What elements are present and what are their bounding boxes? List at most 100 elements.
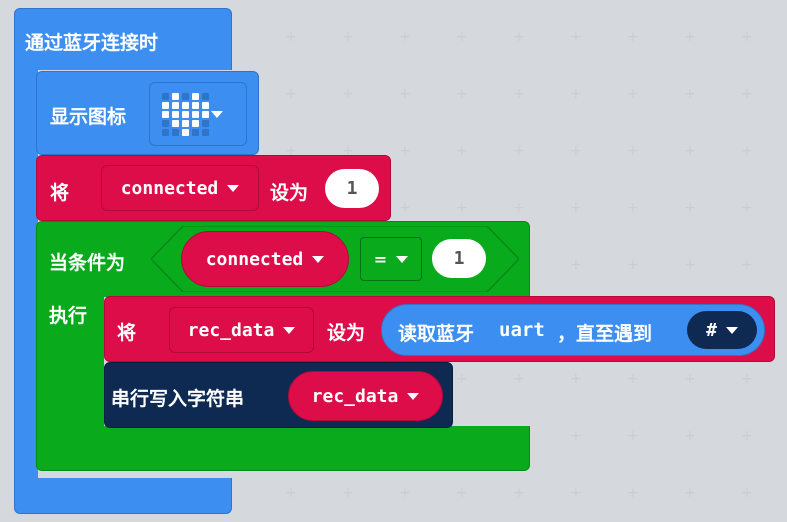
grid-cross: + — [684, 143, 696, 159]
grid-cross: + — [684, 257, 696, 273]
grid-cross: + — [399, 200, 411, 216]
do-label: 执行 — [49, 305, 88, 327]
led-pixel — [172, 102, 179, 109]
show-icon-block[interactable]: 显示图标 — [36, 71, 259, 155]
grid-cross: + — [627, 257, 639, 273]
grid-cross: + — [513, 200, 525, 216]
serial-write-string-block[interactable]: 串行写入字符串 rec_data — [104, 362, 453, 428]
grid-cross: + — [570, 428, 582, 444]
grid-cross: + — [342, 86, 354, 102]
chevron-down-icon — [396, 255, 409, 263]
heart-icon — [162, 93, 210, 137]
grid-cross: + — [684, 29, 696, 45]
grid-cross: + — [456, 200, 468, 216]
chevron-down-icon — [407, 392, 420, 400]
grid-cross: + — [399, 143, 411, 159]
grid-cross: + — [741, 143, 753, 159]
led-pixel — [162, 93, 169, 100]
led-pixel — [162, 129, 169, 136]
led-pixel — [192, 93, 199, 100]
grid-cross: + — [342, 29, 354, 45]
variable-name: rec_data — [311, 385, 399, 407]
led-pixel — [182, 102, 189, 109]
operator: = — [373, 249, 388, 269]
grid-cross: + — [627, 86, 639, 102]
grid-cross: + — [570, 86, 582, 102]
grid-cross: + — [285, 86, 297, 102]
chevron-down-icon — [725, 326, 738, 334]
grid-cross: + — [513, 143, 525, 159]
grid-cross: + — [399, 86, 411, 102]
grid-cross: + — [741, 371, 753, 387]
set-prefix-label: 将 — [50, 182, 70, 204]
led-pixel — [172, 111, 179, 118]
set-connected-block[interactable]: 将 connected 设为 1 — [36, 155, 391, 221]
grid-cross: + — [741, 29, 753, 45]
grid-cross: + — [627, 371, 639, 387]
uart-label: uart — [499, 319, 545, 341]
led-pixel — [202, 120, 209, 127]
led-pixel — [202, 111, 209, 118]
led-pixel — [162, 102, 169, 109]
delimiter-dropdown[interactable]: # — [687, 311, 757, 349]
grid-cross: + — [570, 29, 582, 45]
led-pixel — [162, 120, 169, 127]
operator-dropdown[interactable]: = — [360, 237, 422, 281]
grid-cross: + — [684, 86, 696, 102]
grid-cross: + — [741, 485, 753, 501]
grid-cross: + — [741, 200, 753, 216]
grid-cross: + — [342, 485, 354, 501]
chevron-down-icon — [283, 326, 296, 334]
icon-picker-dropdown[interactable] — [149, 82, 247, 146]
variable-dropdown-connected[interactable]: connected — [181, 231, 349, 287]
led-pixel — [172, 93, 179, 100]
grid-cross: + — [570, 143, 582, 159]
led-pixel — [192, 129, 199, 136]
event-label: 通过蓝牙连接时 — [25, 32, 159, 54]
grid-cross: + — [627, 29, 639, 45]
led-pixel — [182, 129, 189, 136]
set-to-label: 设为 — [327, 322, 366, 344]
led-pixel — [172, 129, 179, 136]
set-rec-data-block[interactable]: 将 rec_data 设为 读取蓝牙 uart ，直至遇到 # — [104, 296, 775, 362]
compare-value-input[interactable]: 1 — [432, 239, 486, 278]
grid-cross: + — [741, 428, 753, 444]
variable-dropdown-rec-data[interactable]: rec_data — [169, 307, 314, 353]
grid-cross: + — [399, 29, 411, 45]
grid-cross: + — [627, 200, 639, 216]
grid-cross: + — [570, 371, 582, 387]
chevron-down-icon — [227, 184, 240, 192]
grid-cross: + — [456, 29, 468, 45]
led-pixel — [182, 93, 189, 100]
led-pixel — [172, 120, 179, 127]
grid-cross: + — [456, 86, 468, 102]
led-pixel — [202, 129, 209, 136]
grid-cross: + — [399, 485, 411, 501]
grid-cross: + — [684, 485, 696, 501]
grid-cross: + — [456, 143, 468, 159]
grid-cross: + — [513, 29, 525, 45]
value-input[interactable]: 1 — [325, 169, 379, 208]
led-pixel — [182, 120, 189, 127]
grid-cross: + — [570, 200, 582, 216]
set-prefix-label: 将 — [117, 322, 137, 344]
variable-name: rec_data — [187, 319, 275, 341]
grid-cross: + — [570, 257, 582, 273]
grid-cross: + — [684, 428, 696, 444]
grid-cross: + — [627, 428, 639, 444]
variable-name: connected — [205, 248, 304, 270]
variable-dropdown-connected[interactable]: connected — [101, 165, 259, 211]
grid-cross: + — [627, 485, 639, 501]
grid-cross: + — [741, 86, 753, 102]
grid-cross: + — [513, 86, 525, 102]
led-pixel — [182, 111, 189, 118]
led-pixel — [202, 93, 209, 100]
led-pixel — [202, 102, 209, 109]
variable-name: connected — [120, 177, 219, 199]
grid-cross: + — [513, 485, 525, 501]
variable-dropdown-rec-data[interactable]: rec_data — [288, 371, 443, 421]
delimiter: # — [706, 319, 717, 341]
bluetooth-read-until-block[interactable]: 读取蓝牙 uart ，直至遇到 # — [381, 304, 765, 356]
grid-cross: + — [285, 29, 297, 45]
grid-cross: + — [456, 485, 468, 501]
